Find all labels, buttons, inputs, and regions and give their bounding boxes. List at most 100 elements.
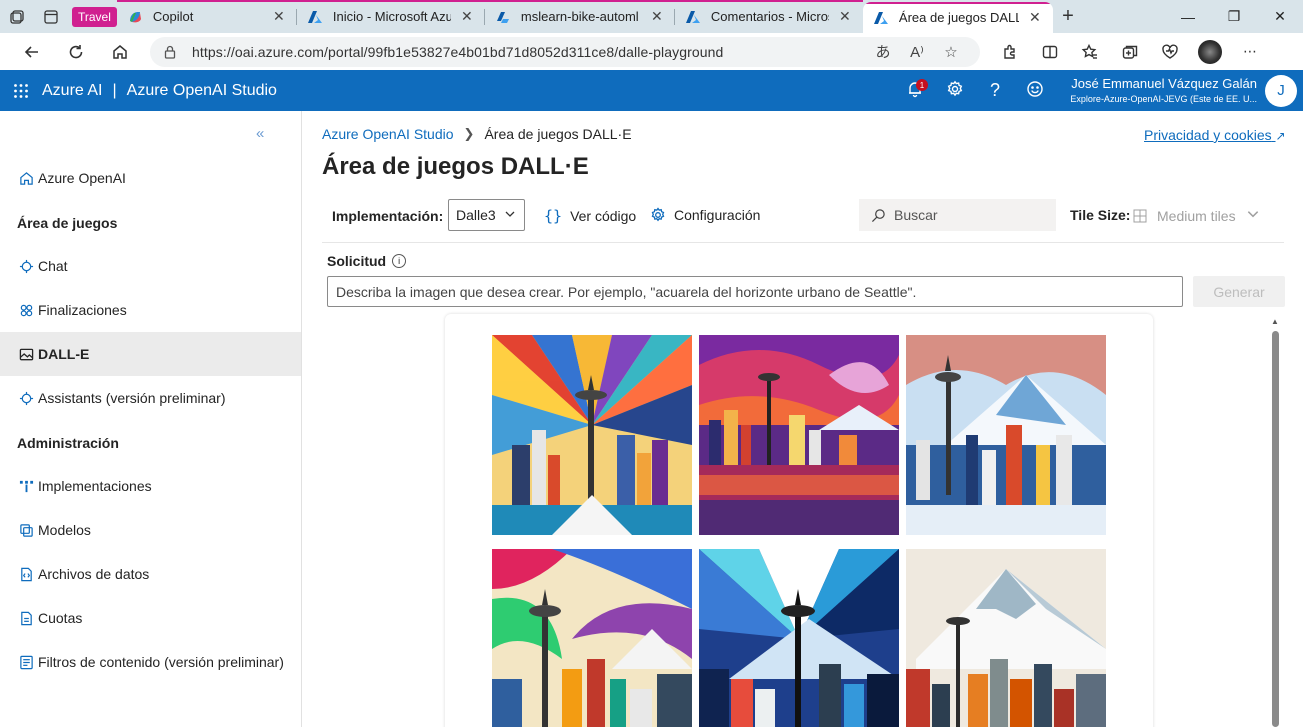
close-tab-icon[interactable]: ✕ (649, 8, 665, 25)
product-name[interactable]: Azure AI (42, 82, 102, 100)
nav-item-azure-openai[interactable]: Azure OpenAI (0, 156, 301, 200)
tile-size-dropdown[interactable]: Medium tiles (1133, 207, 1270, 224)
user-avatar[interactable]: J (1265, 74, 1297, 107)
collections-icon[interactable] (1110, 36, 1150, 68)
nav-label: Chat (38, 258, 68, 274)
generated-image-1[interactable] (492, 335, 692, 535)
generated-image-5[interactable] (699, 549, 899, 727)
url-text[interactable]: https://oai.azure.com/portal/99fb1e53827… (192, 44, 866, 60)
page-title: Área de juegos DALL·E (322, 153, 589, 180)
translate-icon[interactable]: あ (866, 41, 900, 62)
info-icon[interactable]: i (392, 254, 407, 268)
nav-label: Archivos de datos (38, 566, 150, 582)
app-launcher-icon[interactable] (0, 83, 42, 99)
nav-section-admin: Administración (17, 435, 119, 451)
browser-tab-comentarios[interactable]: Comentarios - Microsof ✕ (674, 0, 863, 33)
chevron-down-icon (505, 211, 515, 217)
user-info[interactable]: José Emmanuel Vázquez Galán Explore-Azur… (1061, 76, 1257, 106)
azure-header: Azure AI | Azure OpenAI Studio 1 ? José … (0, 70, 1303, 111)
view-code-button[interactable]: {} Ver código (544, 207, 636, 225)
generated-image-6[interactable] (906, 549, 1106, 727)
nav-label: Modelos (38, 522, 91, 538)
help-button[interactable]: ? (975, 70, 1015, 111)
minimize-icon[interactable]: — (1165, 0, 1211, 33)
tile-size-label: Tile Size: (1070, 207, 1131, 223)
scrollbar-thumb[interactable] (1272, 331, 1279, 727)
home-icon (18, 170, 34, 186)
window-controls: — ❐ ✕ (1165, 0, 1303, 33)
search-icon (871, 208, 885, 222)
generated-image-2[interactable] (699, 335, 899, 535)
close-tab-icon[interactable]: ✕ (459, 8, 475, 25)
browser-tab-mslearn[interactable]: mslearn-bike-automl - ✕ (484, 0, 675, 33)
browser-tab-copilot[interactable]: Copilot ✕ (116, 0, 297, 33)
notifications-button[interactable]: 1 (895, 70, 935, 111)
breadcrumb-current: Área de juegos DALL·E (484, 126, 632, 142)
breadcrumb-root[interactable]: Azure OpenAI Studio (322, 126, 454, 142)
back-icon[interactable] (10, 36, 54, 68)
browser-essentials-icon[interactable] (1150, 36, 1190, 68)
nav-item-cuotas[interactable]: Cuotas (0, 596, 301, 640)
user-name: José Emmanuel Vázquez Galán (1071, 75, 1257, 91)
favorite-star-icon[interactable]: ☆ (934, 43, 968, 61)
nav-label: Filtros de contenido (versión preliminar… (38, 654, 284, 670)
address-bar-row: https://oai.azure.com/portal/99fb1e53827… (0, 33, 1303, 70)
settings-button[interactable] (935, 70, 975, 111)
collapse-nav-icon[interactable]: « (256, 125, 264, 142)
read-aloud-icon[interactable]: A⁾ (900, 43, 934, 61)
home-icon[interactable] (98, 36, 142, 68)
studio-name[interactable]: Azure OpenAI Studio (127, 82, 277, 100)
refresh-icon[interactable] (54, 36, 98, 68)
favorites-icon[interactable] (1070, 36, 1110, 68)
workspaces-icon[interactable] (0, 0, 34, 33)
nav-item-finalizaciones[interactable]: Finalizaciones (0, 288, 301, 332)
nav-item-filtros-de-contenido[interactable]: Filtros de contenido (versión preliminar… (0, 640, 301, 684)
nav-item-implementaciones[interactable]: Implementaciones (0, 464, 301, 508)
close-window-icon[interactable]: ✕ (1257, 0, 1303, 33)
split-screen-icon[interactable] (1030, 36, 1070, 68)
playground-toolbar: Implementación: Dalle3 {} Ver código Con… (322, 199, 1284, 243)
nav-item-dall-e[interactable]: DALL-E (0, 332, 301, 376)
image-icon (18, 346, 34, 362)
header-actions: 1 ? José Emmanuel Vázquez Galán Explore-… (895, 70, 1303, 111)
browser-tab-strip: Travel Copilot ✕ Inicio - Microsoft Azur… (0, 0, 1303, 33)
restore-icon[interactable]: ❐ (1211, 0, 1257, 33)
deployment-dropdown[interactable]: Dalle3 (448, 199, 525, 231)
privacy-link[interactable]: Privacidad y cookies ↗ (1144, 127, 1286, 143)
browser-tab-dalle-active[interactable]: Área de juegos DALL·E ✕ (862, 2, 1053, 33)
browser-tab-azure-home[interactable]: Inicio - Microsoft Azure ✕ (296, 0, 485, 33)
scroll-up-icon[interactable]: ▲ (1271, 317, 1279, 326)
deployment-label: Implementación: (332, 208, 444, 224)
question-icon: ? (989, 80, 1000, 100)
nav-label: Finalizaciones (38, 302, 127, 318)
configuration-button[interactable]: Configuración (650, 207, 760, 223)
feedback-button[interactable] (1015, 70, 1055, 111)
tab-actions-icon[interactable] (34, 0, 68, 33)
generate-button[interactable]: Generar (1193, 276, 1285, 307)
tab-group-label[interactable]: Travel (72, 6, 117, 27)
extensions-icon[interactable] (990, 36, 1030, 68)
tile-size-value: Medium tiles (1157, 207, 1236, 224)
more-options-icon[interactable]: ⋯ (1230, 36, 1270, 68)
search-input[interactable]: Buscar (859, 199, 1056, 231)
view-code-label: Ver código (570, 208, 637, 224)
nav-item-archivos-de-datos[interactable]: Archivos de datos (0, 552, 301, 596)
close-tab-icon[interactable]: ✕ (1027, 9, 1043, 26)
generated-image-4[interactable] (492, 549, 692, 727)
gallery-scrollbar[interactable]: ▲ (1270, 317, 1280, 727)
nav-item-assistants[interactable]: Assistants (versión preliminar) (0, 376, 301, 420)
new-tab-button[interactable]: + (1053, 5, 1083, 28)
nav-item-modelos[interactable]: Modelos (0, 508, 301, 552)
deployment-value: Dalle3 (456, 207, 496, 223)
prompt-input[interactable] (327, 276, 1183, 307)
close-tab-icon[interactable]: ✕ (837, 8, 853, 25)
lock-icon[interactable] (162, 44, 178, 60)
url-bar[interactable]: https://oai.azure.com/portal/99fb1e53827… (150, 36, 980, 67)
gear-icon (946, 80, 964, 101)
generated-image-3[interactable] (906, 335, 1106, 535)
configuration-label: Configuración (674, 207, 761, 223)
nav-item-chat[interactable]: Chat (0, 244, 301, 288)
content-filters-icon (18, 654, 34, 670)
profile-avatar[interactable] (1190, 36, 1230, 68)
close-tab-icon[interactable]: ✕ (271, 8, 287, 25)
